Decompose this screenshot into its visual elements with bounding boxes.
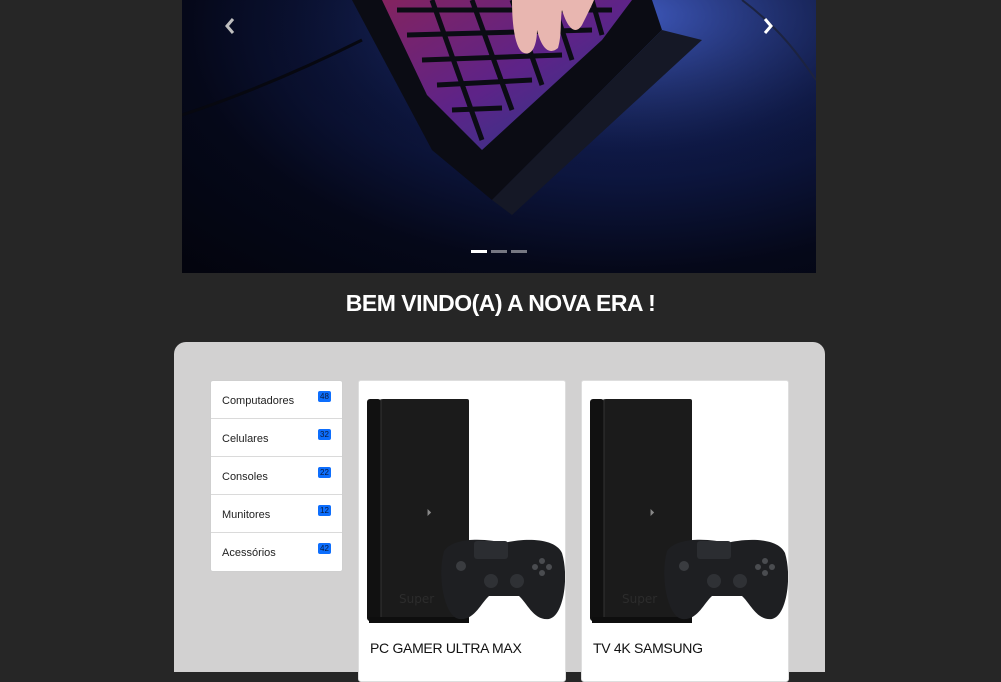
category-label: Celulares (222, 433, 269, 445)
carousel-indicator-3[interactable] (511, 250, 527, 253)
category-count-badge: 32 (318, 429, 331, 440)
product-watermark: Super (399, 592, 434, 606)
carousel-next-button[interactable] (754, 12, 782, 40)
category-item-consoles[interactable]: Consoles 22 (211, 457, 342, 495)
carousel-indicators (182, 250, 816, 253)
hero-carousel (182, 0, 816, 273)
category-item-acessorios[interactable]: Acessórios 42 (211, 533, 342, 571)
category-count-badge: 12 (318, 505, 331, 516)
product-card[interactable]: ⏵ Super TV 4K SAMSUNG (581, 380, 789, 682)
category-list: Computadores 48 Celulares 32 Consoles 22… (210, 380, 343, 572)
welcome-heading: BEM VINDO(A) A NOVA ERA ! (345, 290, 656, 316)
chevron-right-icon (763, 18, 773, 34)
keyboard-hero-image (182, 0, 816, 273)
products-panel: Computadores 48 Celulares 32 Consoles 22… (174, 342, 825, 682)
carousel-indicator-1[interactable] (471, 250, 487, 253)
svg-text:⏵: ⏵ (427, 508, 432, 519)
console-product-image: ⏵ Super (359, 381, 565, 629)
chevron-left-icon (225, 18, 235, 34)
category-label: Consoles (222, 471, 268, 483)
product-title: PC GAMER ULTRA MAX (370, 640, 522, 656)
product-card[interactable]: ⏵ Super PC GAMER ULTRA MAX (358, 380, 566, 682)
category-count-badge: 22 (318, 467, 331, 478)
product-title: TV 4K SAMSUNG (593, 640, 703, 656)
carousel-indicator-2[interactable] (491, 250, 507, 253)
category-item-celulares[interactable]: Celulares 32 (211, 419, 342, 457)
category-item-computadores[interactable]: Computadores 48 (211, 381, 342, 419)
category-label: Munitores (222, 509, 271, 521)
category-label: Computadores (222, 395, 295, 407)
category-item-munitores[interactable]: Munitores 12 (211, 495, 342, 533)
product-watermark: Super (622, 592, 657, 606)
category-label: Acessórios (222, 547, 276, 559)
category-count-badge: 48 (318, 391, 331, 402)
carousel-prev-button[interactable] (216, 12, 244, 40)
console-product-image: ⏵ Super (582, 381, 788, 629)
svg-text:⏵: ⏵ (650, 508, 655, 519)
category-count-badge: 42 (318, 543, 331, 554)
